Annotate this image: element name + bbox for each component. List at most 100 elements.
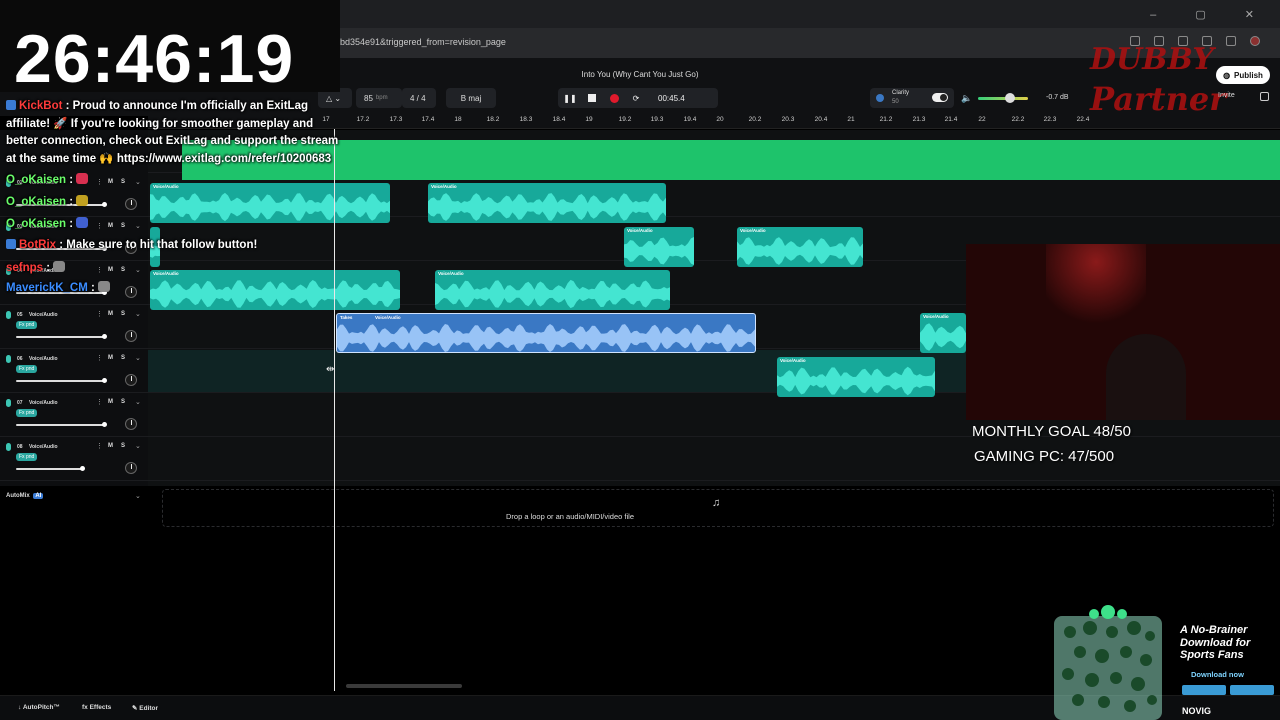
url-text[interactable]: bd354e91&triggered_from=revision_page bbox=[340, 37, 506, 47]
mute-button[interactable]: M bbox=[108, 179, 113, 185]
solo-button[interactable]: S bbox=[121, 443, 125, 449]
timeline-ruler[interactable]: 17 17.2 17.3 17.4 18 18.2 18.3 18.4 19 19.2 19.3 19… bbox=[148, 113, 1280, 129]
bpm-value: 85 bbox=[364, 93, 373, 103]
chat-emote-icon bbox=[76, 195, 89, 206]
solo-button[interactable]: S bbox=[121, 179, 125, 185]
master-volume-slider[interactable] bbox=[978, 97, 1028, 100]
more-icon[interactable]: ⋮ bbox=[96, 178, 103, 186]
track-header[interactable]: 07 Voice/Audio Fx pnd ⋮ M S ⌄ bbox=[0, 394, 148, 437]
track-volume-fader[interactable] bbox=[16, 378, 107, 383]
mute-button[interactable]: M bbox=[108, 311, 113, 317]
audio-clip[interactable]: Voice/Audio bbox=[435, 270, 670, 310]
ad-store-badges[interactable] bbox=[1182, 685, 1274, 695]
track-volume-fader[interactable] bbox=[16, 422, 107, 427]
more-icon[interactable]: ⋮ bbox=[96, 266, 103, 274]
solo-button[interactable]: S bbox=[121, 399, 125, 405]
inbox-icon[interactable] bbox=[1260, 92, 1269, 101]
effects-label: Effects bbox=[89, 704, 112, 711]
invite-button[interactable]: Invite bbox=[1218, 92, 1235, 99]
track-name[interactable]: Voice/Audio bbox=[29, 356, 58, 362]
mute-button[interactable]: M bbox=[108, 443, 113, 449]
chevron-down-icon[interactable]: ⌄ bbox=[135, 266, 141, 274]
chevron-down-icon[interactable]: ⌄ bbox=[135, 222, 141, 230]
clarity-toggle[interactable] bbox=[932, 93, 948, 102]
audio-clip[interactable]: Voice/Audio bbox=[150, 183, 390, 223]
chevron-down-icon[interactable]: ⌄ bbox=[135, 442, 141, 450]
more-icon[interactable]: ⋮ bbox=[96, 442, 103, 450]
more-icon[interactable]: ⋮ bbox=[96, 354, 103, 362]
audio-clip[interactable]: Voice/Audio bbox=[428, 183, 666, 223]
pause-button[interactable]: ❚❚ bbox=[563, 92, 576, 104]
app-store-badge[interactable] bbox=[1182, 685, 1226, 695]
chevron-down-icon[interactable]: ⌄ bbox=[135, 178, 141, 186]
track-header[interactable]: 05 Voice/Audio Fx pnd ⋮ M S ⌄ bbox=[0, 306, 148, 349]
solo-button[interactable]: S bbox=[121, 311, 125, 317]
chat-text: better connection, check out ExitLag and… bbox=[6, 135, 339, 147]
track-header[interactable]: 06 Voice/Audio Fx pnd ⋮ M S ⌄ bbox=[0, 350, 148, 393]
pan-knob[interactable] bbox=[125, 330, 137, 342]
audio-clip[interactable]: Voice/Audio bbox=[624, 227, 694, 267]
mute-button[interactable]: M bbox=[108, 355, 113, 361]
fx-preset-badge[interactable]: Fx pnd bbox=[16, 321, 38, 329]
more-icon[interactable]: ⋮ bbox=[96, 398, 103, 406]
solo-button[interactable]: S bbox=[121, 223, 125, 229]
chevron-down-icon[interactable]: ⌄ bbox=[135, 492, 141, 500]
audio-clip[interactable]: Voice/Audio bbox=[777, 357, 935, 397]
pan-knob[interactable] bbox=[125, 198, 137, 210]
automix-row[interactable]: AutoMix AI bbox=[6, 493, 44, 499]
chevron-down-icon[interactable]: ⌄ bbox=[135, 398, 141, 406]
playhead[interactable] bbox=[334, 129, 335, 691]
fx-preset-badge[interactable]: Fx pnd bbox=[16, 365, 38, 373]
track-volume-fader[interactable] bbox=[16, 334, 107, 339]
horizontal-scrollbar[interactable] bbox=[346, 684, 462, 688]
loop-button[interactable]: ⟳ bbox=[630, 92, 642, 104]
play-store-badge[interactable] bbox=[1230, 685, 1274, 695]
audio-clip[interactable]: Voice/Audio bbox=[150, 270, 400, 310]
watermark-top: DUBBY bbox=[1090, 42, 1214, 77]
speaker-icon[interactable]: 🔈 bbox=[961, 93, 972, 104]
ruler-tick: 21.2 bbox=[879, 116, 893, 123]
track-volume-fader[interactable] bbox=[16, 466, 85, 471]
fx-preset-badge[interactable]: Fx pnd bbox=[16, 409, 38, 417]
more-icon[interactable]: ⋮ bbox=[96, 310, 103, 318]
pan-knob[interactable] bbox=[125, 286, 137, 298]
ad-download-button[interactable]: Download now bbox=[1191, 670, 1244, 679]
stop-button[interactable] bbox=[586, 92, 598, 104]
solo-button[interactable]: S bbox=[121, 267, 125, 273]
window-controls[interactable]: – ▢ ✕ bbox=[1150, 8, 1272, 21]
clip-takes-label[interactable]: Takes bbox=[340, 315, 352, 320]
tempo-field[interactable]: 85 bpm bbox=[356, 88, 402, 108]
chevron-down-icon[interactable]: ⌄ bbox=[135, 354, 141, 362]
time-signature-field[interactable]: 4 / 4 bbox=[402, 88, 436, 108]
audio-clip[interactable]: Voice/Audio bbox=[737, 227, 863, 267]
publish-button[interactable]: ◍ Publish bbox=[1216, 66, 1270, 84]
chevron-down-icon[interactable]: ⌄ bbox=[135, 310, 141, 318]
pan-knob[interactable] bbox=[125, 374, 137, 386]
more-icon[interactable]: ⋮ bbox=[96, 222, 103, 230]
pan-knob[interactable] bbox=[125, 462, 137, 474]
extensions-icon[interactable] bbox=[1226, 36, 1236, 46]
master-volume-handle[interactable] bbox=[1005, 93, 1015, 103]
drop-zone-text: Drop a loop or an audio/MIDI/video file bbox=[506, 512, 634, 521]
track-name[interactable]: Voice/Audio bbox=[29, 312, 58, 318]
solo-button[interactable]: S bbox=[121, 355, 125, 361]
mute-button[interactable]: M bbox=[108, 223, 113, 229]
clarity-control[interactable]: Clarity 50 bbox=[870, 88, 954, 108]
editor-button[interactable]: ✎ Editor bbox=[132, 704, 158, 712]
track-header[interactable]: 08 Voice/Audio Fx pnd ⋮ M S ⌄ bbox=[0, 438, 148, 481]
effects-button[interactable]: fx Effects bbox=[82, 704, 111, 711]
audio-clip[interactable]: Voice/Audio bbox=[920, 313, 966, 353]
track-name[interactable]: Voice/Audio bbox=[29, 444, 58, 450]
profile-icon[interactable] bbox=[1250, 36, 1260, 46]
record-button[interactable] bbox=[608, 92, 620, 104]
ruler-tick: 22.2 bbox=[1011, 116, 1025, 123]
audio-clip-selected[interactable]: Takes Voice/Audio bbox=[336, 313, 756, 353]
mute-button[interactable]: M bbox=[108, 267, 113, 273]
autopitch-button[interactable]: ↓ AutoPitch™ bbox=[18, 704, 60, 711]
mute-button[interactable]: M bbox=[108, 399, 113, 405]
fx-preset-badge[interactable]: Fx pnd bbox=[16, 453, 38, 461]
key-field[interactable]: B maj bbox=[446, 88, 496, 108]
master-waveform bbox=[182, 140, 1280, 180]
pan-knob[interactable] bbox=[125, 418, 137, 430]
track-name[interactable]: Voice/Audio bbox=[29, 400, 58, 406]
